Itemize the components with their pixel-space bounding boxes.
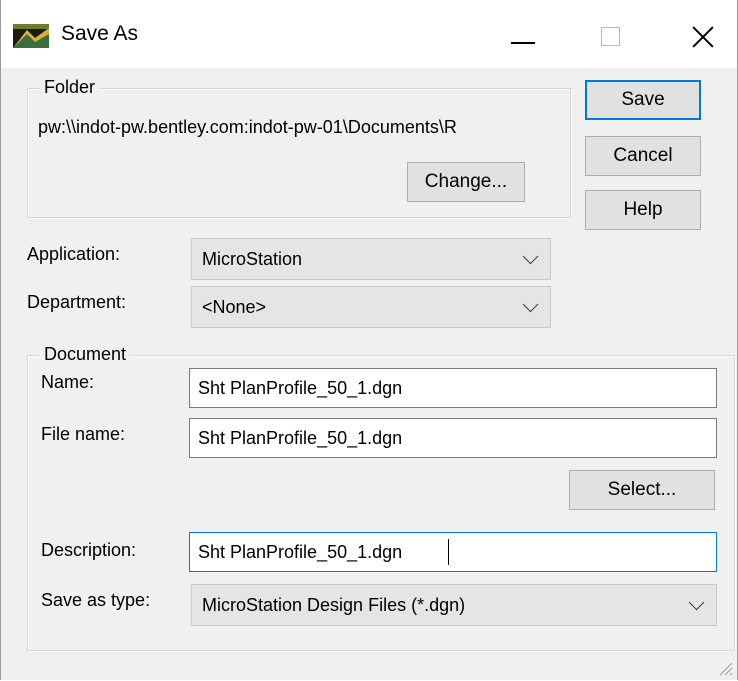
maximize-button[interactable] bbox=[581, 10, 641, 60]
change-folder-button[interactable]: Change... bbox=[407, 162, 525, 202]
save-as-type-label: Save as type: bbox=[41, 590, 151, 610]
application-select[interactable]: MicroStation bbox=[191, 238, 551, 280]
resize-grip-icon[interactable] bbox=[717, 660, 733, 676]
save-button[interactable]: Save bbox=[585, 80, 701, 120]
description-field-value: Sht PlanProfile_50_1.dgn bbox=[198, 542, 403, 562]
title-bar[interactable]: Save As bbox=[1, 0, 737, 68]
application-select-value: MicroStation bbox=[202, 249, 303, 269]
description-label: Description: bbox=[41, 540, 137, 560]
cancel-button[interactable]: Cancel bbox=[585, 136, 701, 176]
text-caret bbox=[448, 539, 449, 565]
save-as-type-select[interactable]: MicroStation Design Files (*.dgn) bbox=[191, 584, 717, 626]
select-button[interactable]: Select... bbox=[569, 470, 715, 510]
chevron-down-icon bbox=[522, 296, 539, 313]
department-select-value: <None> bbox=[202, 297, 267, 317]
chevron-down-icon bbox=[522, 248, 539, 265]
folder-group-label: Folder bbox=[40, 76, 100, 98]
name-field-value: Sht PlanProfile_50_1.dgn bbox=[198, 378, 403, 398]
file-name-label: File name: bbox=[41, 424, 126, 444]
save-as-type-select-value: MicroStation Design Files (*.dgn) bbox=[202, 595, 466, 615]
document-group-label: Document bbox=[40, 343, 131, 365]
department-label: Department: bbox=[27, 292, 127, 312]
file-name-field[interactable]: Sht PlanProfile_50_1.dgn bbox=[189, 418, 717, 458]
projectwise-app-icon bbox=[13, 24, 49, 48]
window-title: Save As bbox=[61, 22, 139, 45]
file-name-field-value: Sht PlanProfile_50_1.dgn bbox=[198, 428, 403, 448]
name-label: Name: bbox=[41, 372, 95, 392]
name-field[interactable]: Sht PlanProfile_50_1.dgn bbox=[189, 368, 717, 408]
chevron-down-icon bbox=[688, 594, 705, 611]
help-button[interactable]: Help bbox=[585, 190, 701, 230]
application-label: Application: bbox=[27, 244, 121, 264]
close-button[interactable] bbox=[671, 10, 731, 60]
folder-path: pw:\\indot-pw.bentley.com:indot-pw-01\Do… bbox=[38, 117, 457, 137]
department-select[interactable]: <None> bbox=[191, 286, 551, 328]
description-field[interactable]: Sht PlanProfile_50_1.dgn bbox=[189, 532, 717, 572]
minimize-button[interactable] bbox=[493, 10, 553, 60]
save-as-dialog: Save As Folder pw:\\indot-pw.bentley.com… bbox=[0, 0, 738, 680]
